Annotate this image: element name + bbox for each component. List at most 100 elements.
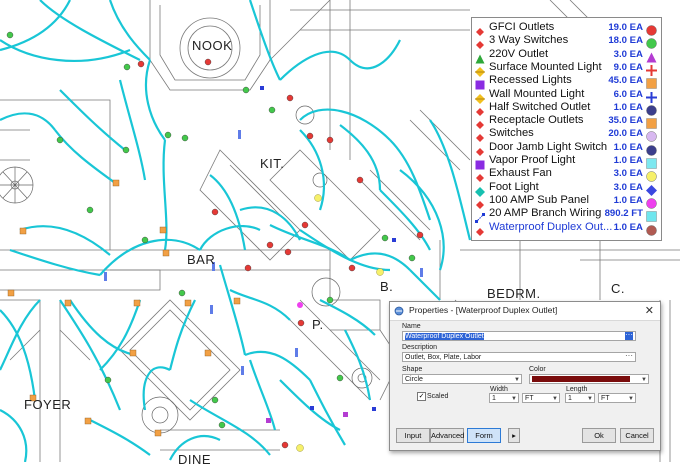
magenta-circle-icon (646, 196, 657, 209)
legend-item-quantity: 19.0 EA (608, 22, 643, 33)
width-input[interactable]: 1 ▼ (489, 393, 519, 403)
close-icon[interactable]: ✕ (645, 304, 654, 317)
width-unit-value: FT (525, 395, 534, 402)
input-button[interactable]: Input (396, 428, 430, 443)
purple-triangle-icon (646, 50, 657, 63)
brown-circle-icon (646, 223, 657, 236)
dialog-title: Properties - [Waterproof Duplex Outlet] (409, 305, 558, 315)
room-label-foyer: FOYER (24, 397, 72, 412)
purple-square-icon (475, 77, 485, 90)
name-label: Name (402, 323, 421, 330)
dialog-title-bar[interactable]: Properties - [Waterproof Duplex Outlet] … (390, 302, 660, 321)
legend-item-quantity: 1.0 EA (613, 101, 643, 113)
chevron-down-icon: ▼ (511, 396, 517, 402)
takeoff-legend[interactable]: GFCI Outlets 19.0 EA 3 Way Switches 18.0 EA… (471, 17, 662, 241)
shape-select[interactable]: Circle ▼ (402, 374, 522, 384)
properties-dialog: Properties - [Waterproof Duplex Outlet] … (389, 301, 661, 451)
green-triangle-icon (475, 51, 485, 64)
room-label-nook: NOOK (192, 38, 233, 53)
legend-row[interactable]: Receptacle Outlets 35.0 EA (472, 114, 661, 130)
length-unit-select[interactable]: FT ▼ (598, 393, 636, 403)
legend-item-label: Recessed Lights (489, 74, 572, 87)
description-field-more-icon[interactable]: ··· (625, 353, 633, 361)
room-label-bedrm: BEDRM. (487, 286, 541, 301)
legend-row[interactable]: Foot Light 3.0 EA (472, 181, 661, 197)
color-select[interactable]: ▼ (529, 374, 649, 384)
room-label-p: P. (312, 317, 324, 332)
description-field[interactable]: Outlet, Box, Plate, Labor ··· (402, 352, 636, 362)
chevron-down-icon: ▼ (641, 377, 647, 383)
cyan-square-icon (646, 156, 657, 169)
door-jamb-switch-icon (475, 144, 485, 156)
sub-panel-icon (475, 197, 485, 209)
teal-diamond-icon (475, 184, 485, 197)
legend-row[interactable]: Half Switched Outlet 1.0 EA (472, 100, 661, 116)
navy-circle-icon (646, 143, 657, 156)
description-field-value: Outlet, Box, Plate, Labor (405, 354, 482, 361)
three-way-switch-icon (475, 37, 485, 50)
blue-plus-icon (646, 90, 657, 103)
room-label-kit: KIT. (260, 156, 285, 171)
blue-diamond-icon (646, 183, 657, 196)
description-label: Description (402, 344, 438, 351)
name-field[interactable]: Waterproof Duplex Outlet ··· (402, 331, 636, 341)
legend-row[interactable]: Recessed Lights 45.0 EA (472, 74, 661, 90)
red-circle-icon (646, 23, 657, 36)
legend-item-quantity: 6.0 EA (613, 88, 643, 100)
scaled-checkbox[interactable]: ✓ (417, 392, 426, 401)
green-circle-icon (646, 36, 657, 49)
arrow-right-icon: ▸ (512, 431, 516, 440)
legend-item-quantity: 35.0 EA (608, 115, 643, 127)
legend-item-quantity: 890.2 FT (604, 208, 643, 220)
legend-row[interactable]: 100 AMP Sub Panel 1.0 EA (472, 194, 661, 209)
legend-row[interactable]: Door Jamb Light Switch 1.0 EA (472, 141, 661, 156)
legend-item-quantity: 45.0 EA (608, 75, 643, 87)
name-field-more-icon[interactable]: ··· (625, 332, 633, 340)
legend-item-quantity: 3.0 EA (613, 48, 643, 60)
cyan-square-icon (646, 209, 657, 222)
legend-row[interactable]: 20 AMP Branch Wiring 890.2 FT (472, 207, 661, 224)
legend-row[interactable]: Switches 20.0 EA (472, 127, 661, 143)
receptacle-outlet-icon (475, 117, 485, 130)
shape-label: Shape (402, 366, 423, 373)
width-unit-select[interactable]: FT ▼ (522, 393, 560, 403)
legend-item-quantity: 1.0 EA (613, 141, 643, 153)
legend-item-quantity: 3.0 EA (613, 181, 643, 193)
exhaust-fan-icon (475, 170, 485, 183)
legend-row[interactable]: GFCI Outlets 19.0 EA (472, 21, 661, 36)
legend-item-label: Surface Mounted Light (489, 60, 602, 73)
cancel-button[interactable]: Cancel (620, 428, 654, 443)
red-plus-icon (646, 63, 657, 76)
legend-row[interactable]: 3 Way Switches 18.0 EA (472, 34, 661, 50)
length-input[interactable]: 1 ▼ (565, 393, 595, 403)
shape-select-value: Circle (405, 376, 423, 383)
form-options-button[interactable]: ▸ (508, 428, 520, 443)
ok-button[interactable]: Ok (582, 428, 616, 443)
navy-circle-icon (646, 103, 657, 116)
room-label-b: B. (380, 279, 394, 294)
legend-item-quantity: 1.0 EA (613, 221, 643, 233)
legend-item-label: Exhaust Fan (489, 167, 552, 180)
legend-item-quantity: 3.0 EA (613, 168, 643, 180)
legend-row[interactable]: Wall Mounted Light 6.0 EA (472, 88, 661, 104)
legend-item-label: 3 Way Switches (489, 34, 569, 47)
legend-row[interactable]: Waterproof Duplex Out... 1.0 EA (472, 220, 661, 236)
gfci-outlet-icon (475, 24, 485, 36)
legend-row[interactable]: Exhaust Fan 3.0 EA (472, 167, 661, 183)
plan-symbols (6, 31, 424, 452)
legend-row[interactable]: Vapor Proof Light 1.0 EA (472, 154, 661, 170)
legend-row[interactable]: Surface Mounted Light 9.0 EA (472, 60, 661, 77)
legend-item-label: Waterproof Duplex Out... (489, 220, 613, 233)
legend-item-quantity: 1.0 EA (613, 194, 643, 206)
legend-item-label: Switches (489, 127, 534, 140)
advanced-button[interactable]: Advanced (430, 428, 464, 443)
width-label: Width (490, 386, 508, 393)
room-label-bar: BAR (187, 252, 216, 267)
chevron-down-icon: ▼ (514, 377, 520, 383)
room-label-c: C. (611, 281, 625, 296)
legend-item-label: Half Switched Outlet (489, 100, 591, 113)
legend-item-quantity: 18.0 EA (608, 35, 643, 47)
legend-item-label: 220V Outlet (489, 47, 549, 60)
form-button[interactable]: Form (467, 428, 501, 443)
legend-row[interactable]: 220V Outlet 3.0 EA (472, 47, 661, 64)
